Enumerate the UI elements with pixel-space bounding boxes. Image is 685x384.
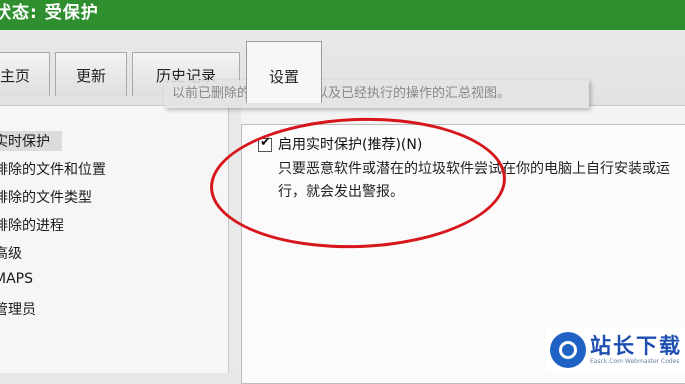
sidebar-item-excluded-processes[interactable]: 排除的进程 [0, 215, 64, 235]
tab-tooltip: 以前已删除的检测到项目以及已经执行的操作的汇总视图。 [164, 80, 589, 108]
sidebar-item-excluded-file-types[interactable]: 排除的文件类型 [0, 187, 92, 207]
site-logo-icon [550, 332, 586, 368]
tab-update[interactable]: 更新 [55, 52, 127, 96]
watermark-title: 站长下载 [590, 334, 682, 358]
sidebar-item-maps[interactable]: MAPS [0, 271, 33, 287]
sidebar-item-realtime-protection[interactable]: 实时保护 [0, 131, 62, 151]
window-title: 状态: 受保护 [0, 3, 99, 23]
site-watermark: 站长下载 Easck.Com Webmaster Codes [546, 327, 685, 372]
watermark-subtitle: Easck.Com Webmaster Codes [590, 358, 680, 365]
tab-strip: 主页 更新 历史记录 设置 以前已删除的检测到项目以及已经执行的操作的汇总视图。 [0, 30, 685, 108]
tab-settings[interactable]: 设置 [246, 41, 322, 103]
tab-home[interactable]: 主页 [0, 52, 50, 96]
title-bar: 状态: 受保护 [0, 0, 685, 30]
sidebar-item-administrator[interactable]: 管理员 [0, 299, 36, 319]
sidebar-item-advanced[interactable]: 高级 [0, 243, 22, 263]
sidebar-item-excluded-files[interactable]: 排除的文件和位置 [0, 159, 106, 179]
settings-sidebar: 实时保护 排除的文件和位置 排除的文件类型 排除的进程 高级 MAPS 管理员 [0, 106, 229, 373]
